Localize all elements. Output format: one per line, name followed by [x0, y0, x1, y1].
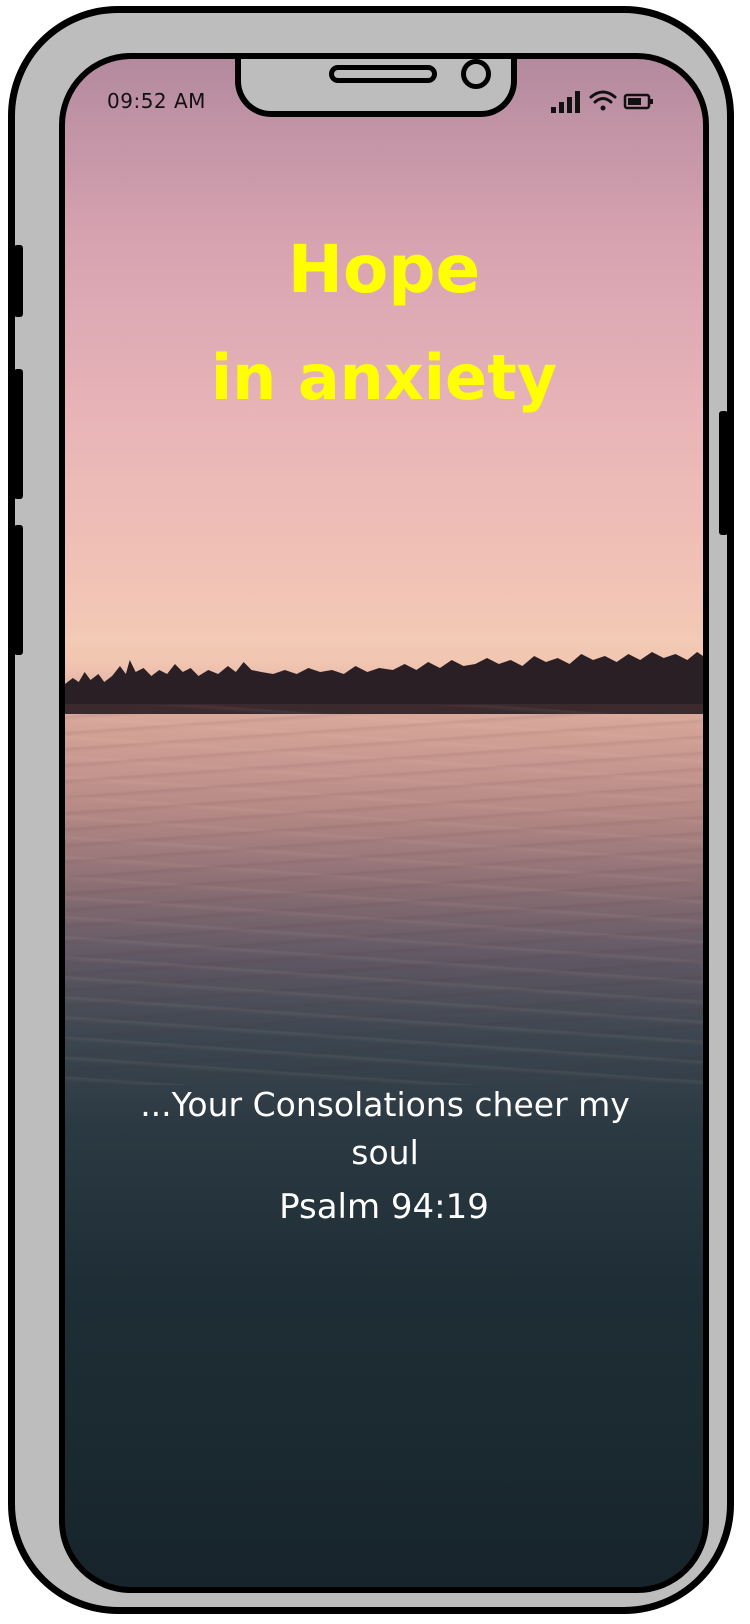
speaker-grill [329, 65, 437, 83]
wifi-icon [589, 90, 617, 111]
power-button [719, 411, 728, 535]
battery-icon [623, 93, 653, 110]
phone-frame: 09:52 AM Hope in anxiety ...Your Consola… [8, 6, 734, 1614]
cellular-signal-icon [551, 91, 580, 113]
volume-down-button [14, 525, 23, 655]
status-time: 09:52 AM [107, 89, 206, 113]
volume-up-button [14, 369, 23, 499]
phone-screen: 09:52 AM Hope in anxiety ...Your Consola… [59, 53, 709, 1593]
mute-switch [14, 245, 23, 317]
title-hope: Hope [287, 231, 481, 308]
verse-text: ...Your Consolations cheer my soul [140, 1085, 630, 1172]
verse-reference: Psalm 94:19 [279, 1187, 489, 1227]
water-surface [65, 705, 703, 1085]
status-icons [551, 90, 653, 113]
tree-line [65, 652, 703, 714]
title-in-anxiety: in anxiety [210, 341, 558, 414]
notch [235, 59, 517, 117]
front-camera [461, 59, 491, 89]
